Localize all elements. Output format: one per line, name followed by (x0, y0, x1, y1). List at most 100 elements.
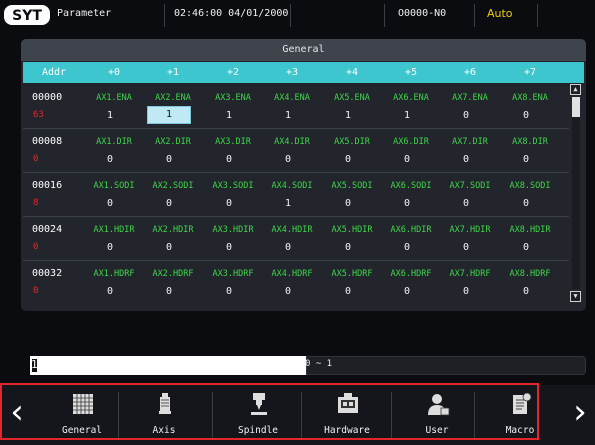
param-address-value: 0 (33, 242, 39, 252)
param-value[interactable]: 0 (386, 242, 428, 253)
value-input[interactable]: 1 (30, 356, 306, 375)
param-value[interactable]: 0 (208, 154, 250, 165)
program-number: O0000-N0 (398, 8, 447, 19)
panel-title: General (21, 39, 586, 61)
param-value[interactable]: 0 (505, 154, 547, 165)
param-value[interactable]: 0 (445, 198, 487, 209)
param-name: AX8.SODI (509, 181, 551, 191)
mode-indicator: Auto (487, 7, 513, 20)
param-value[interactable]: 0 (327, 286, 369, 297)
param-value[interactable]: 0 (89, 154, 131, 165)
column-header-offset: +3 (285, 67, 299, 78)
param-value[interactable]: 1 (386, 110, 428, 121)
param-value[interactable]: 0 (148, 286, 190, 297)
input-value: 1 (31, 358, 38, 371)
param-name: AX7.HDIR (449, 225, 491, 235)
scroll-up-button[interactable]: ▲ (570, 84, 581, 95)
param-value[interactable]: 1 (208, 110, 250, 121)
param-name: AX1.ENA (96, 93, 132, 103)
param-address: 00024 (32, 224, 63, 235)
param-name: AX4.DIR (274, 137, 310, 147)
param-name: AX1.DIR (96, 137, 132, 147)
scroll-thumb[interactable] (572, 97, 580, 117)
input-range-area (306, 356, 586, 375)
param-value[interactable]: 0 (267, 242, 309, 253)
param-name: AX8.ENA (512, 93, 548, 103)
param-name: AX2.HDRF (152, 269, 194, 279)
param-value[interactable]: 0 (327, 242, 369, 253)
param-address: 00016 (32, 180, 63, 191)
param-name: AX7.HDRF (449, 269, 491, 279)
column-header-offset: +6 (463, 67, 477, 78)
divider (164, 4, 165, 27)
param-value[interactable]: 0 (445, 110, 487, 121)
param-value[interactable]: 1 (267, 110, 309, 121)
param-name: AX4.SODI (271, 181, 313, 191)
param-name: AX4.HDRF (271, 269, 313, 279)
param-value[interactable]: 0 (208, 198, 250, 209)
divider (384, 4, 385, 27)
param-value[interactable]: 0 (386, 198, 428, 209)
param-value[interactable]: 1 (327, 110, 369, 121)
param-value[interactable]: 0 (505, 198, 547, 209)
datetime-readout: 02:46:00 04/01/2000 (174, 8, 289, 19)
row-divider (23, 216, 569, 217)
param-value[interactable]: 0 (208, 286, 250, 297)
param-value[interactable]: 0 (89, 286, 131, 297)
divider (537, 4, 538, 27)
column-header-offset: +0 (107, 67, 121, 78)
row-divider (23, 128, 569, 129)
param-name: AX7.ENA (452, 93, 488, 103)
param-name: AX1.HDRF (93, 269, 135, 279)
scroll-track[interactable] (572, 97, 580, 289)
param-value[interactable]: 0 (445, 154, 487, 165)
param-name: AX6.HDIR (390, 225, 432, 235)
param-value[interactable]: 0 (445, 242, 487, 253)
param-name: AX3.HDRF (212, 269, 254, 279)
param-name: AX7.DIR (452, 137, 488, 147)
param-value[interactable]: 1 (89, 110, 131, 121)
row-divider (23, 260, 569, 261)
param-name: AX1.HDIR (93, 225, 135, 235)
param-name: AX5.HDRF (331, 269, 373, 279)
chevron-right-icon[interactable]: › (566, 386, 594, 442)
param-name: AX3.HDIR (212, 225, 254, 235)
param-value[interactable]: 0 (505, 110, 547, 121)
param-name: AX4.ENA (274, 93, 310, 103)
param-value[interactable]: 0 (267, 154, 309, 165)
param-value[interactable]: 0 (505, 242, 547, 253)
param-address: 00000 (32, 92, 63, 103)
column-header-offset: +2 (226, 67, 240, 78)
param-value[interactable]: 0 (267, 286, 309, 297)
param-name: AX7.SODI (449, 181, 491, 191)
param-value[interactable]: 0 (327, 154, 369, 165)
param-address-value: 0 (33, 154, 39, 164)
screen-title: Parameter (57, 8, 112, 19)
param-value[interactable]: 1 (267, 198, 309, 209)
param-name: AX5.ENA (334, 93, 370, 103)
param-value-selected[interactable]: 1 (147, 106, 191, 124)
param-value[interactable]: 0 (327, 198, 369, 209)
param-value[interactable]: 0 (148, 242, 190, 253)
param-value[interactable]: 0 (89, 198, 131, 209)
param-name: AX2.DIR (155, 137, 191, 147)
param-value[interactable]: 0 (505, 286, 547, 297)
param-value[interactable]: 0 (148, 154, 190, 165)
param-value[interactable]: 0 (148, 198, 190, 209)
param-value[interactable]: 0 (208, 242, 250, 253)
param-address: 00008 (32, 136, 63, 147)
column-header-offset: +4 (345, 67, 359, 78)
param-name: AX5.DIR (334, 137, 370, 147)
param-name: AX6.SODI (390, 181, 432, 191)
param-name: AX2.ENA (155, 93, 191, 103)
param-value[interactable]: 0 (445, 286, 487, 297)
param-value[interactable]: 0 (386, 286, 428, 297)
param-name: AX6.ENA (393, 93, 429, 103)
param-value[interactable]: 0 (89, 242, 131, 253)
param-name: AX1.SODI (93, 181, 135, 191)
param-value[interactable]: 0 (386, 154, 428, 165)
vertical-scrollbar[interactable]: ▲ ▼ (570, 83, 582, 303)
scroll-down-button[interactable]: ▼ (570, 291, 581, 302)
param-name: AX5.HDIR (331, 225, 373, 235)
param-name: AX2.SODI (152, 181, 194, 191)
